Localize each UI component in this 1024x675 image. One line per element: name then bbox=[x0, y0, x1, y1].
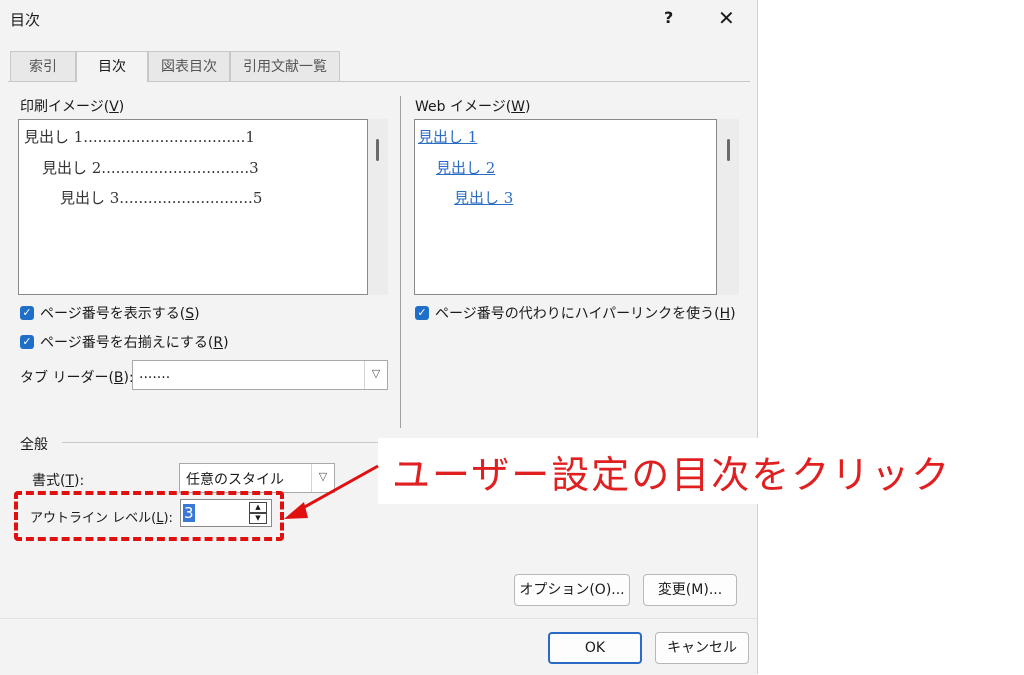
chevron-down-icon: ▽ bbox=[364, 361, 387, 389]
web-preview-link-2[interactable]: 見出し 2 bbox=[436, 157, 495, 178]
ok-button[interactable]: OK bbox=[548, 632, 642, 664]
format-label: 書式(T): bbox=[32, 473, 85, 489]
annotation-arrow-icon bbox=[284, 464, 379, 519]
tab-index[interactable]: 索引 bbox=[10, 51, 76, 81]
annotation-highlight-box bbox=[14, 491, 284, 541]
show-page-numbers-checkbox[interactable]: ✓ bbox=[20, 306, 34, 320]
close-icon[interactable]: ✕ bbox=[718, 6, 735, 30]
hyperlinks-checkbox[interactable]: ✓ bbox=[415, 306, 429, 320]
tab-leader-value: ....... bbox=[139, 366, 171, 382]
help-button[interactable]: ? bbox=[664, 8, 673, 27]
title-bar[interactable]: 目次 ? ✕ bbox=[0, 0, 757, 40]
web-preview-scroll-thumb[interactable] bbox=[727, 139, 730, 161]
general-heading: 全般 bbox=[20, 437, 48, 453]
web-preview-scrollbar[interactable] bbox=[717, 119, 739, 295]
print-preview-box: 見出し 1..................................1… bbox=[18, 119, 368, 295]
options-button[interactable]: オプション(O)... bbox=[514, 574, 630, 606]
general-group-line bbox=[62, 442, 382, 443]
section-divider bbox=[400, 96, 401, 428]
cancel-button[interactable]: キャンセル bbox=[655, 632, 749, 664]
web-preview-box: 見出し 1 見出し 2 見出し 3 bbox=[414, 119, 717, 295]
window-title: 目次 bbox=[10, 11, 41, 29]
tab-table-of-authorities[interactable]: 引用文献一覧 bbox=[230, 51, 340, 81]
tab-table-of-figures[interactable]: 図表目次 bbox=[148, 51, 230, 81]
right-align-checkbox[interactable]: ✓ bbox=[20, 335, 34, 349]
print-preview-label: 印刷イメージ(V) bbox=[20, 99, 125, 115]
annotation-text: ユーザー設定の目次をクリック bbox=[392, 453, 952, 497]
tab-leader-dropdown[interactable]: ....... ▽ bbox=[132, 360, 388, 390]
print-preview-scroll-thumb[interactable] bbox=[376, 139, 379, 161]
modify-button[interactable]: 変更(M)... bbox=[643, 574, 737, 606]
web-preview-label: Web イメージ(W) bbox=[415, 99, 531, 115]
print-preview-scrollbar[interactable] bbox=[368, 119, 388, 295]
print-preview-line-1: 見出し 1..................................1 bbox=[24, 128, 255, 146]
show-page-numbers-label: ページ番号を表示する(S) bbox=[40, 306, 200, 322]
print-preview-line-3: 見出し 3............................5 bbox=[60, 189, 263, 207]
right-align-label: ページ番号を右揃えにする(R) bbox=[40, 335, 229, 351]
tab-toc[interactable]: 目次 bbox=[76, 51, 148, 82]
web-preview-link-1[interactable]: 見出し 1 bbox=[418, 126, 477, 147]
hyperlinks-label: ページ番号の代わりにハイパーリンクを使う(H) bbox=[435, 306, 736, 322]
toc-dialog: 目次 ? ✕ 索引 目次 図表目次 引用文献一覧 印刷イメージ(V) 見出し 1… bbox=[0, 0, 758, 675]
web-preview-link-3[interactable]: 見出し 3 bbox=[454, 187, 513, 208]
tab-leader-label: タブ リーダー(B): bbox=[20, 370, 134, 386]
dialog-footer bbox=[0, 618, 757, 675]
print-preview-line-2: 見出し 2...............................3 bbox=[42, 159, 259, 177]
